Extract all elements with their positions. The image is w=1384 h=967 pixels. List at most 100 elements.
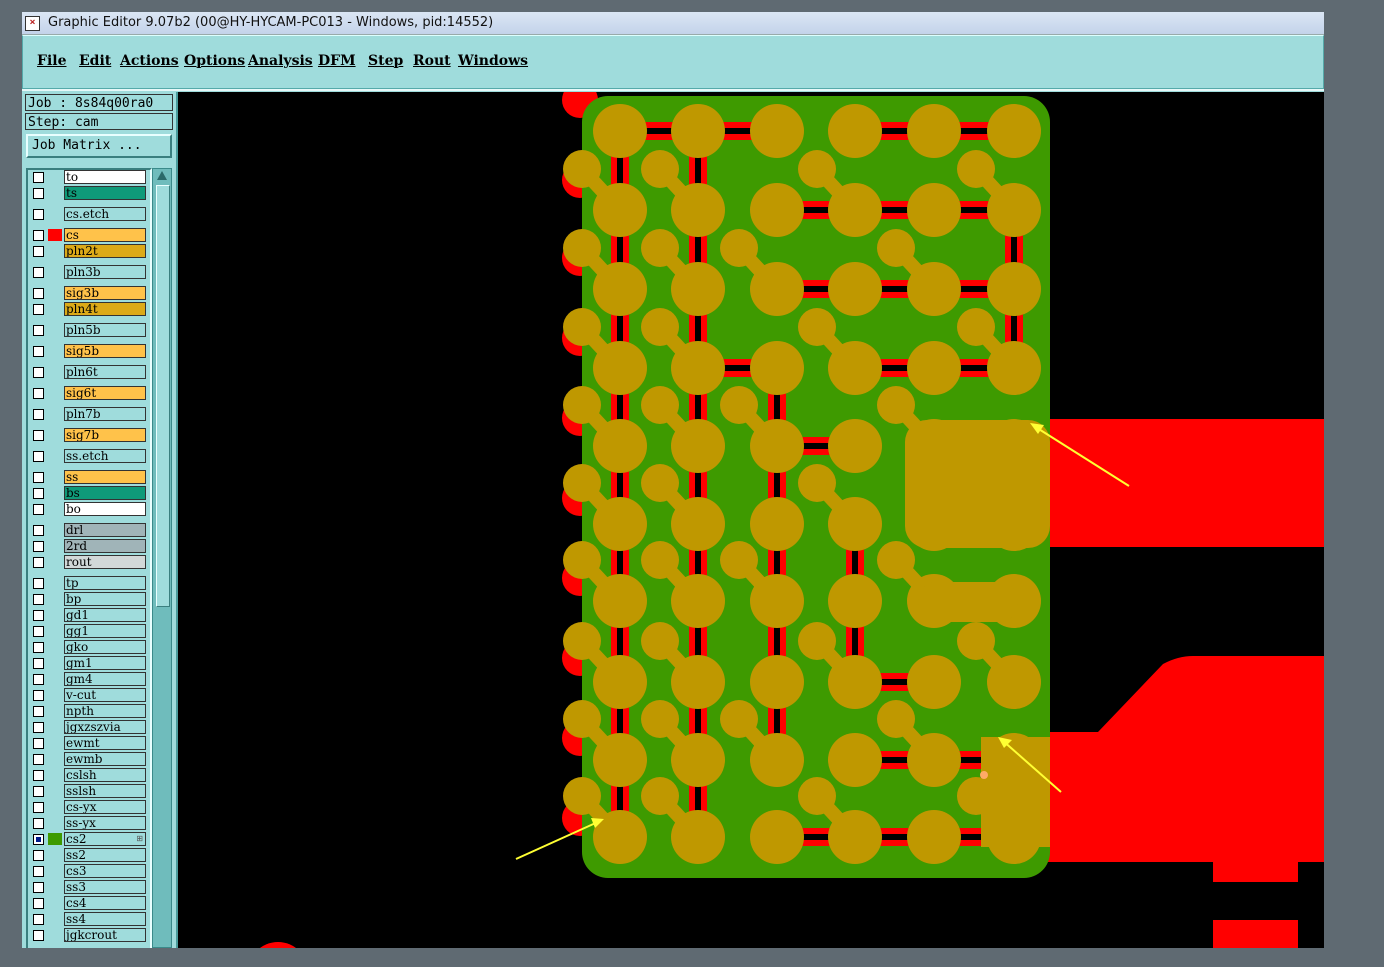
layer-row-pln2t[interactable]: pln2t <box>30 244 146 259</box>
menu-rout[interactable]: Rout <box>413 53 451 69</box>
layer-row-gd1[interactable]: gd1 <box>30 608 146 623</box>
layer-name[interactable]: ewmt <box>64 736 146 750</box>
layer-checkbox[interactable] <box>33 898 44 909</box>
layer-row-rout[interactable]: rout <box>30 555 146 570</box>
layer-row-jgxzszvia[interactable]: jgxzszvia <box>30 720 146 735</box>
layer-name[interactable]: sig3b <box>64 286 146 300</box>
layer-checkbox[interactable] <box>33 738 44 749</box>
layer-name[interactable]: sig5b <box>64 344 146 358</box>
menu-options[interactable]: Options <box>184 53 245 69</box>
layer-row-cs4[interactable]: cs4 <box>30 896 146 911</box>
layer-name[interactable]: bp <box>64 592 146 606</box>
layer-checkbox[interactable] <box>33 172 44 183</box>
layer-row-cs[interactable]: cs <box>30 228 146 243</box>
layer-checkbox[interactable] <box>33 304 44 315</box>
layer-name[interactable]: pln2t <box>64 244 146 258</box>
layer-checkbox[interactable] <box>33 578 44 589</box>
menu-dfm[interactable]: DFM <box>318 53 356 69</box>
layer-row-ss2[interactable]: ss2 <box>30 848 146 863</box>
layer-checkbox[interactable] <box>33 834 44 845</box>
layer-checkbox[interactable] <box>33 504 44 515</box>
layer-checkbox[interactable] <box>33 594 44 605</box>
layer-name[interactable]: cs3 <box>64 864 146 878</box>
graphics-canvas[interactable] <box>178 92 1324 948</box>
layer-checkbox[interactable] <box>33 557 44 568</box>
menu-file[interactable]: File <box>37 53 66 69</box>
layer-row-cslsh[interactable]: cslsh <box>30 768 146 783</box>
layer-checkbox[interactable] <box>33 430 44 441</box>
layer-checkbox[interactable] <box>33 346 44 357</box>
layer-name[interactable]: sig6t <box>64 386 146 400</box>
layer-name[interactable]: drl <box>64 523 146 537</box>
layer-checkbox[interactable] <box>33 674 44 685</box>
layer-name[interactable]: jgxzszvia <box>64 720 146 734</box>
layer-checkbox[interactable] <box>33 802 44 813</box>
layer-checkbox[interactable] <box>33 914 44 925</box>
layer-row-gko[interactable]: gko <box>30 640 146 655</box>
layer-name[interactable]: to <box>64 170 146 184</box>
layer-name[interactable]: sig7b <box>64 428 146 442</box>
layer-row-sig5b[interactable]: sig5b <box>30 344 146 359</box>
layer-row-ewmt[interactable]: ewmt <box>30 736 146 751</box>
layer-row-ss-yx[interactable]: ss-yx <box>30 816 146 831</box>
layer-name[interactable]: pln7b <box>64 407 146 421</box>
layer-row-2rd[interactable]: 2rd <box>30 539 146 554</box>
layer-checkbox[interactable] <box>33 188 44 199</box>
layer-name[interactable]: ss <box>64 470 146 484</box>
layer-name[interactable]: rout <box>64 555 146 569</box>
layer-name[interactable]: pln6t <box>64 365 146 379</box>
layer-row-v-cut[interactable]: v-cut <box>30 688 146 703</box>
layer-name[interactable]: pln4t <box>64 302 146 316</box>
layer-name[interactable]: npth <box>64 704 146 718</box>
layer-name[interactable]: sslsh <box>64 784 146 798</box>
layer-name[interactable]: cs4 <box>64 896 146 910</box>
layer-row-cs.etch[interactable]: cs.etch <box>30 207 146 222</box>
layer-name[interactable]: cslsh <box>64 768 146 782</box>
scroll-up-arrow-icon[interactable] <box>157 171 167 180</box>
layer-name[interactable]: gd1 <box>64 608 146 622</box>
menu-edit[interactable]: Edit <box>79 53 111 69</box>
layer-checkbox[interactable] <box>33 642 44 653</box>
layer-checkbox[interactable] <box>33 610 44 621</box>
layer-checkbox[interactable] <box>33 930 44 941</box>
layer-name[interactable]: gko <box>64 640 146 654</box>
layer-row-pln4t[interactable]: pln4t <box>30 302 146 317</box>
layer-checkbox[interactable] <box>33 722 44 733</box>
layer-checkbox[interactable] <box>33 451 44 462</box>
layer-list-scrollbar[interactable] <box>152 168 172 948</box>
layer-name[interactable]: bs <box>64 486 146 500</box>
layer-name[interactable]: ss.etch <box>64 449 146 463</box>
layer-checkbox[interactable] <box>33 246 44 257</box>
layer-checkbox[interactable] <box>33 525 44 536</box>
scrollbar-thumb[interactable] <box>156 185 170 607</box>
layer-row-bo[interactable]: bo <box>30 502 146 517</box>
layer-checkbox[interactable] <box>33 288 44 299</box>
layer-row-drl[interactable]: drl <box>30 523 146 538</box>
layer-checkbox[interactable] <box>33 690 44 701</box>
layer-row-sig7b[interactable]: sig7b <box>30 428 146 443</box>
layer-checkbox[interactable] <box>33 541 44 552</box>
layer-name[interactable]: cs.etch <box>64 207 146 221</box>
layer-row-to[interactable]: to <box>30 170 146 185</box>
layer-name[interactable]: ts <box>64 186 146 200</box>
layer-row-ss[interactable]: ss <box>30 470 146 485</box>
layer-row-ss3[interactable]: ss3 <box>30 880 146 895</box>
layer-row-cs3[interactable]: cs3 <box>30 864 146 879</box>
layer-row-cs-yx[interactable]: cs-yx <box>30 800 146 815</box>
layer-row-ewmb[interactable]: ewmb <box>30 752 146 767</box>
layer-checkbox[interactable] <box>33 626 44 637</box>
layer-checkbox[interactable] <box>33 658 44 669</box>
layer-name[interactable]: gm4 <box>64 672 146 686</box>
layer-checkbox[interactable] <box>33 209 44 220</box>
layer-row-pln7b[interactable]: pln7b <box>30 407 146 422</box>
layer-name[interactable]: cs <box>64 228 146 242</box>
layer-row-gm1[interactable]: gm1 <box>30 656 146 671</box>
menu-step[interactable]: Step <box>368 53 403 69</box>
layer-row-ts[interactable]: ts <box>30 186 146 201</box>
layer-name[interactable]: ss2 <box>64 848 146 862</box>
layer-name[interactable]: ss-yx <box>64 816 146 830</box>
layer-checkbox[interactable] <box>33 267 44 278</box>
layer-checkbox[interactable] <box>33 770 44 781</box>
layer-checkbox[interactable] <box>33 786 44 797</box>
layer-checkbox[interactable] <box>33 388 44 399</box>
